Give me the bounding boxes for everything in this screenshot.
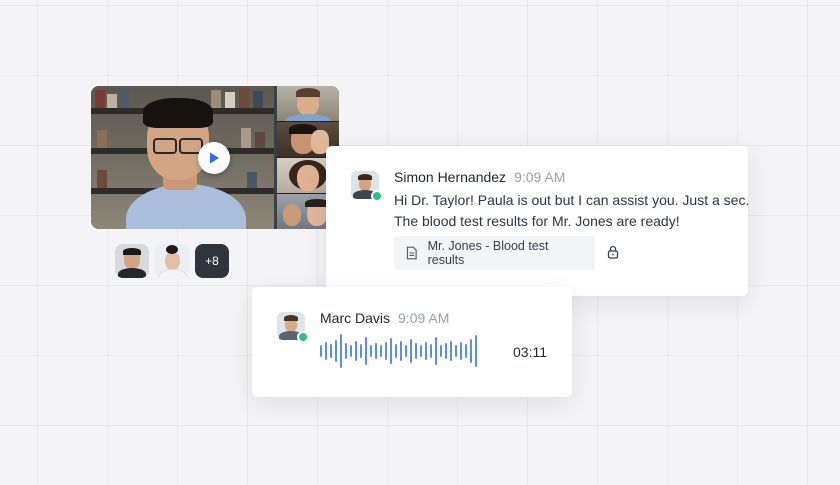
attachment-chip[interactable]: Mr. Jones - Blood test results [394,236,595,270]
message-time: 9:09 AM [514,169,566,185]
participant-thumbnail[interactable] [277,86,339,121]
participant-avatars: +8 [115,244,229,278]
document-icon [406,246,417,260]
voice-duration: 03:11 [513,344,547,360]
message-card: Simon Hernandez 9:09 AM Hi Dr. Taylor! Pa… [326,146,749,296]
avatar[interactable] [155,244,189,278]
message-line: Hi Dr. Taylor! Paula is out but I can as… [394,192,750,208]
main-video-feed [91,86,274,229]
sender-name: Simon Hernandez [394,169,507,185]
video-call-preview[interactable] [91,86,339,229]
message-text: Hi Dr. Taylor! Paula is out but I can as… [394,190,749,232]
avatar[interactable] [115,244,149,278]
more-participants-badge[interactable]: +8 [195,244,229,278]
play-icon [210,152,219,164]
online-status-indicator [297,331,309,343]
lock-icon [607,245,619,259]
play-button[interactable] [198,142,230,174]
message-line: The blood test results for Mr. Jones are… [394,213,680,229]
message-time: 9:09 AM [398,310,450,326]
voice-message-card: Marc Davis 9:09 AM 03:11 [252,287,572,397]
sender-name: Marc Davis [320,310,391,326]
online-status-indicator [371,190,383,202]
voice-waveform[interactable] [320,334,477,368]
attachment-name: Mr. Jones - Blood test results [427,239,549,267]
